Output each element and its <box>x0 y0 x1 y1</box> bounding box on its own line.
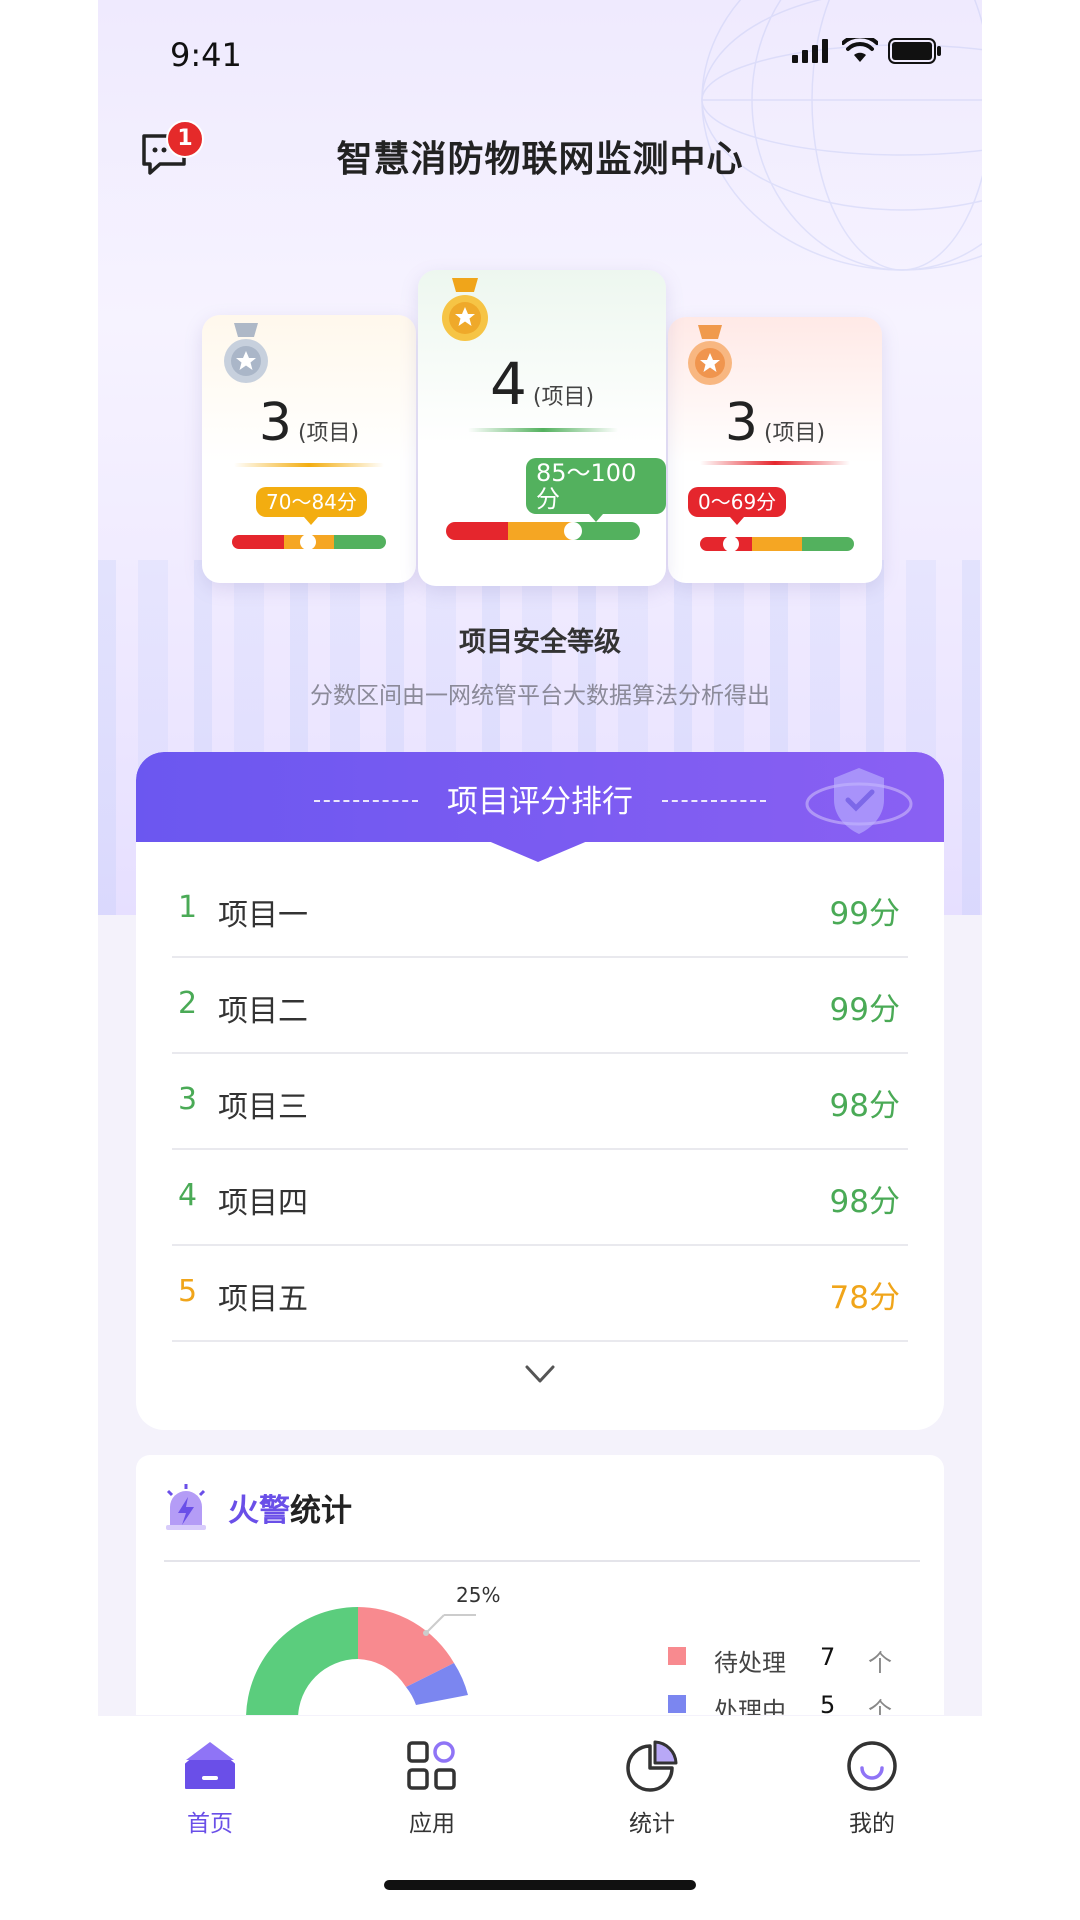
legend-value: 7 <box>820 1643 836 1671</box>
silver-underline <box>234 463 384 467</box>
tab-label: 我的 <box>849 1811 895 1837</box>
gold-range-tag: 85～100分 <box>526 458 666 522</box>
bronze-range-tag: 0～69分 <box>688 487 787 525</box>
ranking-header-notch <box>486 840 590 862</box>
gold-underline <box>468 428 618 432</box>
wifi-icon <box>842 38 878 62</box>
rank-row-5[interactable]: 5 项目五 78分 <box>172 1246 908 1342</box>
rank-project-name: 项目三 <box>218 1090 308 1125</box>
bronze-bar-knob <box>723 536 739 552</box>
tab-profile[interactable]: 我的 <box>812 1738 932 1848</box>
rank-index: 2 <box>178 986 198 1021</box>
gold-unit: (项目) <box>532 385 595 410</box>
gold-medal-icon <box>442 278 488 341</box>
page-title: 智慧消防物联网监测中心 <box>336 139 744 180</box>
gold-score: 4 (项目) <box>418 350 666 418</box>
rank-score: 98分 <box>829 1184 900 1220</box>
profile-icon <box>847 1741 897 1791</box>
tab-label: 统计 <box>629 1811 675 1837</box>
status-time: 9:41 <box>170 36 242 74</box>
rank-row-3[interactable]: 3 项目三 98分 <box>172 1054 908 1150</box>
rank-index: 1 <box>178 890 198 925</box>
bronze-score: 3 (项目) <box>668 393 882 453</box>
fire-title-rest: 统计 <box>290 1493 352 1529</box>
silver-medal-icon <box>224 323 268 383</box>
rank-score: 98分 <box>829 1088 900 1124</box>
rank-project-name: 项目五 <box>218 1282 308 1317</box>
ranking-panel: 项目评分排行 1 项目一 99分 2 项目二 99分 3 项目三 98分 4 项 <box>136 752 944 1430</box>
level-card-bronze[interactable]: 3 (项目) 0～69分 <box>668 317 882 583</box>
rank-row-4[interactable]: 4 项目四 98分 <box>172 1150 908 1246</box>
rank-score: 99分 <box>829 992 900 1028</box>
rank-row-2[interactable]: 2 项目二 99分 <box>172 958 908 1054</box>
level-card-gold[interactable]: 4 (项目) 85～100分 <box>418 270 666 586</box>
rank-project-name: 项目一 <box>218 898 308 933</box>
legend-unit: 个 <box>868 1649 892 1677</box>
apps-icon <box>407 1741 456 1790</box>
fire-stats-panel: 火警统计 25% 待处理 7 个 处理中 5 个 <box>136 1455 944 1715</box>
rank-index: 3 <box>178 1082 198 1117</box>
tab-label: 应用 <box>409 1811 455 1837</box>
fire-divider <box>164 1560 920 1562</box>
rank-project-name: 项目二 <box>218 994 308 1029</box>
tab-label: 首页 <box>187 1811 233 1837</box>
tab-home[interactable]: 首页 <box>150 1738 270 1848</box>
legend-unit: 个 <box>868 1697 892 1715</box>
home-indicator <box>384 1880 696 1890</box>
rank-score: 99分 <box>829 896 900 932</box>
silver-unit: (项目) <box>297 421 360 446</box>
app-screen: 9:41 1 智慧消防物联网监测中心 3 (项目) 70～84分 4 (项目) … <box>98 0 982 1920</box>
fire-title-highlight: 火警 <box>228 1493 290 1529</box>
rank-row-1[interactable]: 1 项目一 99分 <box>172 862 908 958</box>
gold-count: 4 <box>489 350 527 418</box>
rank-project-name: 项目四 <box>218 1186 308 1221</box>
level-section-description: 分数区间由一网统管平台大数据算法分析得出 <box>310 683 770 709</box>
level-card-silver[interactable]: 3 (项目) 70～84分 <box>202 315 416 583</box>
rank-score: 78分 <box>829 1280 900 1316</box>
silver-count: 3 <box>258 393 292 453</box>
rank-index: 4 <box>178 1178 198 1213</box>
bronze-medal-icon <box>688 325 732 385</box>
bronze-unit: (项目) <box>763 421 826 446</box>
chevron-down-icon[interactable] <box>524 1362 556 1386</box>
bronze-count: 3 <box>724 393 758 453</box>
status-icons <box>792 38 942 64</box>
gold-bar-knob <box>564 522 582 540</box>
silver-range-tag: 70～84分 <box>256 487 367 525</box>
silver-score: 3 (项目) <box>202 393 416 453</box>
level-section-title: 项目安全等级 <box>459 627 621 658</box>
battery-icon <box>888 38 941 64</box>
gold-score-bar <box>446 522 640 540</box>
legend-label: 待处理 <box>714 1649 786 1677</box>
fire-stats-title: 火警统计 <box>228 1485 352 1530</box>
legend-swatch <box>668 1647 686 1665</box>
tab-apps[interactable]: 应用 <box>372 1738 492 1848</box>
pie-percent-label: 25% <box>456 1583 501 1607</box>
silver-bar-knob <box>300 534 316 550</box>
pie-chart-icon <box>626 1740 678 1792</box>
bronze-underline <box>700 461 850 465</box>
rank-index: 5 <box>178 1274 198 1309</box>
legend-swatch <box>668 1695 686 1713</box>
ranking-header: 项目评分排行 <box>136 752 944 842</box>
fire-alarm-icon <box>166 1484 206 1530</box>
legend-value: 5 <box>820 1691 836 1715</box>
shield-icon <box>805 768 913 834</box>
home-icon <box>185 1742 235 1789</box>
legend-label: 处理中 <box>714 1697 786 1715</box>
title-dash-right <box>662 800 766 802</box>
signal-icon <box>792 39 828 63</box>
tab-statistics[interactable]: 统计 <box>592 1738 712 1848</box>
